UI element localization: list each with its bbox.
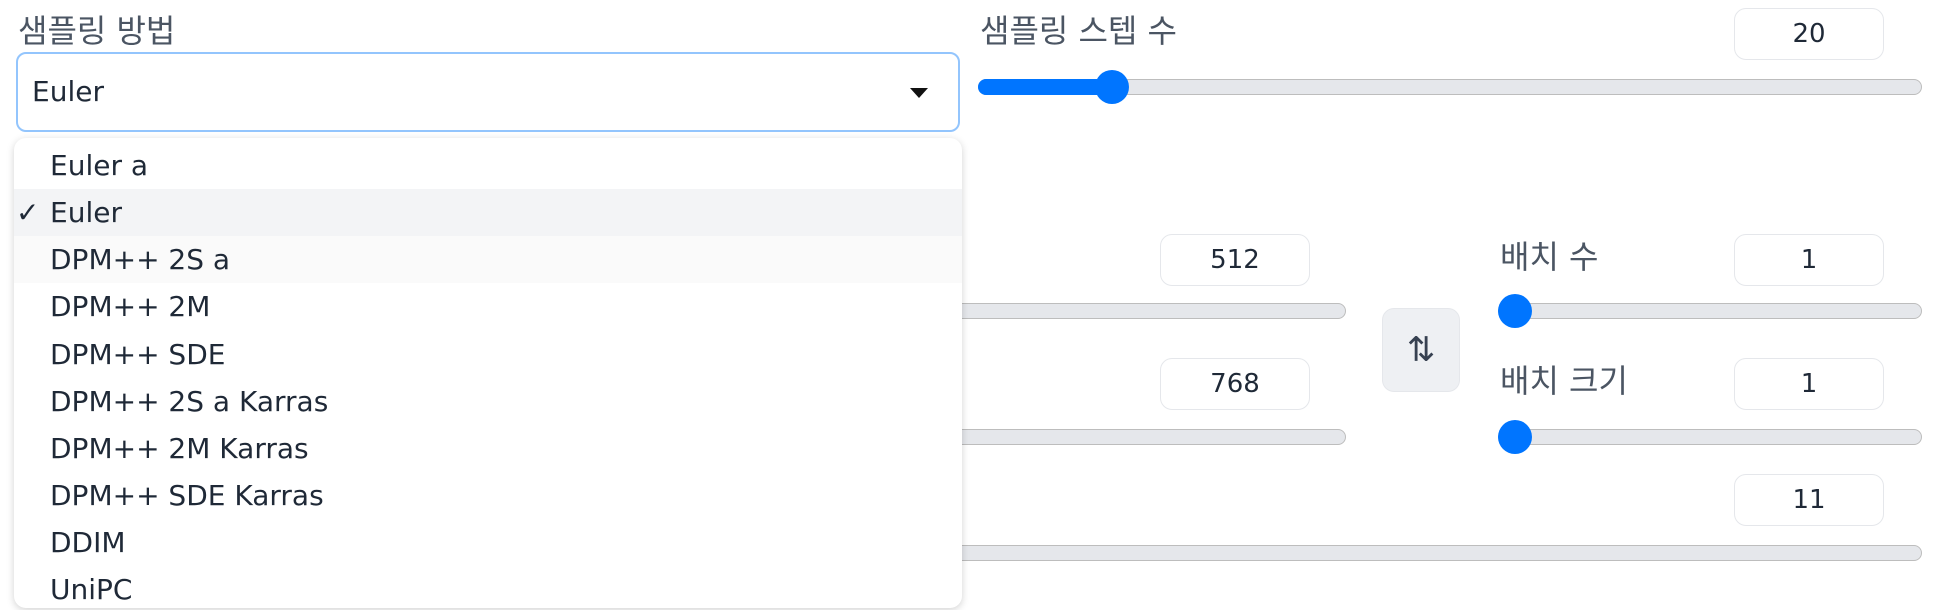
steps-slider-thumb[interactable] (1095, 70, 1129, 104)
chevron-down-icon[interactable] (910, 88, 928, 98)
sampler-option[interactable]: DDIM (14, 519, 962, 566)
batch-count-slider-thumb[interactable] (1498, 294, 1532, 328)
check-icon: ✓ (16, 196, 40, 229)
sampler-option[interactable]: DPM++ 2M Karras (14, 425, 962, 472)
sampler-label: 샘플링 방법 (18, 12, 176, 50)
batch-count-slider[interactable] (1498, 294, 1922, 328)
steps-slider-fill (978, 79, 1112, 95)
sampler-option[interactable]: DPM++ 2M (14, 283, 962, 330)
sampler-option[interactable]: UniPC (14, 566, 962, 608)
batch-size-slider-thumb[interactable] (1498, 420, 1532, 454)
batch-count-input[interactable]: 1 (1734, 234, 1884, 286)
sampler-option[interactable]: DPM++ SDE (14, 331, 962, 378)
batch-size-slider-track (1498, 429, 1922, 445)
cfg-scale-input[interactable]: 11 (1734, 474, 1884, 526)
batch-size-label: 배치 크기 (1500, 362, 1628, 400)
sampler-selected-value: Euler (32, 75, 104, 108)
batch-size-input[interactable]: 1 (1734, 358, 1884, 410)
sampler-option[interactable]: DPM++ 2S a Karras (14, 378, 962, 425)
swap-vertical-arrows-icon: ⇅ (1406, 330, 1436, 370)
batch-count-label: 배치 수 (1500, 238, 1599, 276)
steps-slider[interactable] (978, 70, 1922, 104)
sampler-option-selected[interactable]: ✓ Euler (14, 189, 962, 236)
steps-label: 샘플링 스텝 수 (980, 12, 1177, 50)
batch-count-slider-track (1498, 303, 1922, 319)
steps-input[interactable]: 20 (1734, 8, 1884, 60)
width-input[interactable]: 512 (1160, 234, 1310, 286)
sampler-option[interactable]: Euler a (14, 142, 962, 189)
height-input[interactable]: 768 (1160, 358, 1310, 410)
swap-dimensions-button[interactable]: ⇅ (1382, 308, 1460, 392)
sampler-option[interactable]: DPM++ 2S a (14, 236, 962, 283)
sampler-option[interactable]: DPM++ SDE Karras (14, 472, 962, 519)
batch-size-slider[interactable] (1498, 420, 1922, 454)
sampler-dropdown-list: Euler a ✓ Euler DPM++ 2S a DPM++ 2M DPM+… (14, 138, 962, 608)
sampler-select[interactable]: Euler (16, 52, 960, 132)
